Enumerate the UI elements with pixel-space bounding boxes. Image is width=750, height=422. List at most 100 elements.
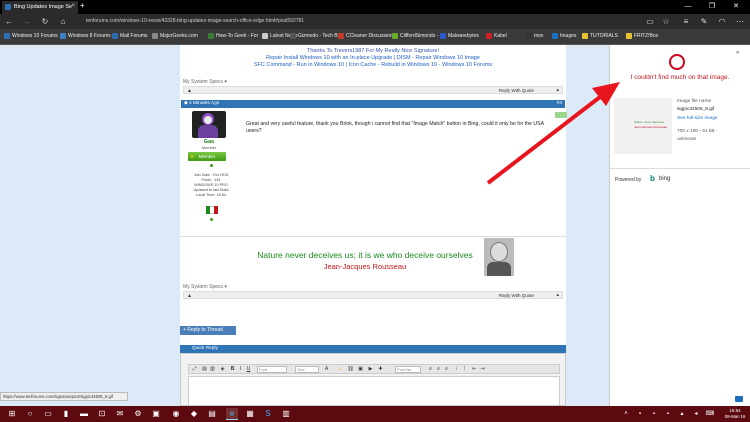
favorite-item[interactable]: Windows 10 Forums: [4, 33, 58, 39]
ordered-list-icon[interactable]: ⁞: [461, 366, 468, 373]
store-icon[interactable]: ⊡: [96, 408, 108, 420]
system-specs-link-2[interactable]: My System Specs ▾: [183, 284, 227, 290]
cortana-search-icon[interactable]: ○: [24, 408, 36, 420]
post-new-select[interactable]: Post Ne: [395, 366, 421, 373]
text-color-icon[interactable]: A: [323, 366, 330, 373]
align-center-icon[interactable]: ≡: [435, 366, 442, 373]
favorite-item[interactable]: msn: [526, 33, 543, 39]
favorite-star-icon[interactable]: ☆: [660, 15, 672, 28]
outdent-icon[interactable]: ⇤: [471, 366, 478, 373]
multi-quote-icon[interactable]: [555, 112, 567, 118]
avatar[interactable]: [192, 111, 226, 138]
report-icon-2[interactable]: ▲: [187, 293, 192, 299]
address-bar[interactable]: tenforums.com/windows-10-news/43328-bing…: [86, 18, 304, 24]
favorite-item[interactable]: Images: [552, 33, 576, 39]
back-arrow-icon[interactable]: ←: [4, 15, 14, 28]
favorite-item[interactable]: CliffordSimonds -: [392, 33, 438, 39]
keyboard-icon[interactable]: ⌨: [704, 408, 716, 420]
full-size-image-link[interactable]: See full-size image: [677, 116, 718, 121]
forward-arrow-icon[interactable]: →: [22, 15, 32, 28]
reply-with-quote-button-2[interactable]: Reply With Quote: [499, 293, 534, 298]
align-right-icon[interactable]: ≡: [443, 366, 450, 373]
favorite-item[interactable]: TUTORIALS: [582, 33, 618, 39]
font-select[interactable]: Font: [257, 366, 287, 373]
chrome-icon[interactable]: ◉: [170, 408, 182, 420]
skype-icon[interactable]: S: [262, 408, 274, 420]
feedback-icon[interactable]: [735, 396, 743, 402]
mail-icon[interactable]: ✉: [114, 408, 126, 420]
reply-with-quote-button[interactable]: Reply With Quote: [499, 88, 534, 93]
favorite-item[interactable]: Windows 8 Forums: [60, 33, 111, 39]
editor-clear-icon[interactable]: ◈: [219, 366, 226, 373]
maximize-button[interactable]: ❐: [700, 0, 724, 14]
favorite-item[interactable]: CCleaner Discussion: [338, 33, 393, 39]
message-textarea[interactable]: [188, 376, 560, 406]
editor-copy-icon[interactable]: ▥: [209, 366, 216, 373]
favorite-item[interactable]: MajorGeeks.com: [152, 33, 198, 39]
favorite-item[interactable]: Mail Forums: [112, 33, 148, 39]
reading-view-icon[interactable]: ▭: [644, 15, 656, 28]
quick-reply-header[interactable]: Quick Reply: [180, 345, 566, 353]
edge-icon[interactable]: e: [226, 408, 238, 420]
file-explorer-icon[interactable]: ▬: [78, 408, 90, 420]
tab-close-icon[interactable]: ×: [71, 3, 75, 9]
list-icon[interactable]: ⁝: [453, 366, 460, 373]
app-window-icon[interactable]: ▤: [206, 408, 218, 420]
attach-icon[interactable]: ✚: [377, 366, 384, 373]
start-windows-icon[interactable]: ⊞: [6, 408, 18, 420]
network-icon[interactable]: ▴: [676, 408, 688, 420]
post-number[interactable]: #4: [557, 101, 562, 106]
favorite-item[interactable]: FRITZ!Box: [626, 33, 658, 39]
image-icon[interactable]: ▣: [357, 366, 364, 373]
app-green-icon[interactable]: ◆: [188, 408, 200, 420]
tray-app1-icon[interactable]: ▪: [634, 408, 646, 420]
settings-gear-icon[interactable]: ⚙: [132, 408, 144, 420]
video-icon[interactable]: ▶: [367, 366, 374, 373]
app-folder-icon[interactable]: ▥: [280, 408, 292, 420]
system-specs-link[interactable]: My System Specs ▾: [183, 79, 227, 85]
signature-link-sfc[interactable]: SFC Command - Run in Windows 10 | Icon C…: [180, 62, 566, 68]
web-note-icon[interactable]: ✎: [698, 15, 710, 28]
hub-icon[interactable]: ≡: [680, 15, 692, 28]
signature-link-repair[interactable]: Repair Install Windows 10 with an In-pla…: [180, 55, 566, 61]
bold-button[interactable]: B: [229, 366, 236, 373]
rousseau-portrait-image[interactable]: [484, 238, 514, 276]
more-icon[interactable]: ⋯: [734, 15, 746, 28]
favorite-item[interactable]: Malwarebytes: [440, 33, 479, 39]
new-tab-button[interactable]: +: [80, 1, 85, 10]
editor-source-icon[interactable]: ⤢: [191, 366, 198, 373]
tray-expand-icon[interactable]: ˄: [620, 408, 632, 420]
volume-icon[interactable]: ◂: [690, 408, 702, 420]
tray-app2-icon[interactable]: ▪: [648, 408, 660, 420]
report-icon[interactable]: ▲: [187, 88, 192, 94]
app-orange-icon[interactable]: ▦: [244, 408, 256, 420]
app-misc-icon[interactable]: ▣: [150, 408, 162, 420]
favorite-item[interactable]: Kabel: [486, 33, 507, 39]
indent-icon[interactable]: ⇥: [479, 366, 486, 373]
smiley-icon[interactable]: ☺: [337, 366, 344, 373]
size-select[interactable]: Size: [295, 366, 319, 373]
italic-button[interactable]: I: [237, 366, 244, 373]
favorite-item[interactable]: Gizmodo - Tech By: [290, 33, 340, 39]
image-thumbnail[interactable]: Nature never deceives Jean-Jacques Rouss…: [614, 98, 672, 154]
favorite-item[interactable]: How-To Geek - For: [208, 33, 258, 39]
home-icon[interactable]: ⌂: [58, 15, 68, 28]
refresh-icon[interactable]: ↻: [40, 15, 50, 28]
minimize-button[interactable]: —: [676, 0, 700, 14]
tray-app3-icon[interactable]: ▪: [662, 408, 674, 420]
app-dark-icon[interactable]: ▮: [60, 408, 72, 420]
scroll-up-icon[interactable]: ▴: [556, 87, 559, 93]
close-window-button[interactable]: ✕: [724, 0, 748, 14]
task-view-icon[interactable]: ▭: [42, 408, 54, 420]
browser-tab[interactable]: Bing Updates Image Se ×: [2, 1, 78, 14]
align-left-icon[interactable]: ≡: [427, 366, 434, 373]
underline-button[interactable]: U: [245, 366, 252, 373]
reply-to-thread-button[interactable]: + Reply to Thread: [180, 326, 236, 335]
link-icon[interactable]: ⛓: [347, 366, 354, 373]
collapse-chevron-icon[interactable]: «: [736, 50, 739, 56]
system-specs-label: My System Specs: [183, 79, 224, 85]
scroll-up-icon-2[interactable]: ▴: [556, 292, 559, 298]
taskbar-clock[interactable]: 18:54 08-Mar-16: [722, 408, 748, 420]
share-icon[interactable]: ◠: [716, 15, 728, 28]
editor-paste-icon[interactable]: ▤: [201, 366, 208, 373]
